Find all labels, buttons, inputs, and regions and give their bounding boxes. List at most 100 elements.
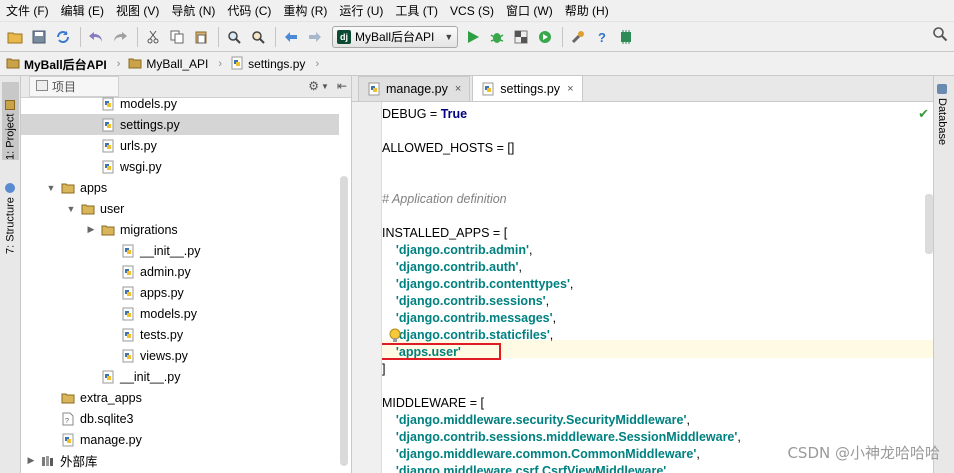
tree-item[interactable]: apps.py bbox=[21, 282, 339, 303]
chevron-down-icon[interactable]: ▼ bbox=[45, 183, 57, 193]
menu-item[interactable]: 编辑 (E) bbox=[55, 0, 110, 22]
python-file-icon bbox=[481, 82, 495, 96]
toolbar-separator bbox=[80, 26, 81, 47]
tree-item[interactable]: ▶ 外部库 bbox=[21, 450, 339, 471]
tree-item[interactable]: __init__.py bbox=[21, 240, 339, 261]
tree-item[interactable]: wsgi.py bbox=[21, 156, 339, 177]
code-line: 'django.contrib.sessions.middleware.Sess… bbox=[382, 429, 741, 446]
tree-item[interactable]: ▼ apps bbox=[21, 177, 339, 198]
code-line: 'django.contrib.sessions', bbox=[382, 293, 549, 310]
code-line: DEBUG = True bbox=[382, 106, 467, 123]
run-icon[interactable] bbox=[462, 26, 484, 48]
tree-item[interactable]: ▼ user bbox=[21, 198, 339, 219]
code-token: , bbox=[552, 311, 557, 325]
settings-wrench-icon[interactable] bbox=[567, 26, 589, 48]
editor-scrollbar[interactable] bbox=[925, 194, 933, 254]
menu-item[interactable]: VCS (S) bbox=[444, 0, 500, 22]
tree-item[interactable]: tests.py bbox=[21, 324, 339, 345]
menu-item[interactable]: 工具 (T) bbox=[389, 0, 444, 22]
tool-tab-project[interactable]: 1: Project bbox=[2, 82, 19, 160]
paste-icon[interactable] bbox=[190, 26, 212, 48]
code-token: INSTALLED_APPS = [ bbox=[382, 226, 508, 240]
tool-tab-structure[interactable]: 7: Structure bbox=[2, 172, 19, 254]
project-panel: 项目 ⚙ ▼ ⇤ models.py settings.py urls.py wsgi… bbox=[21, 76, 352, 473]
chevron-right-icon[interactable]: ▶ bbox=[85, 224, 97, 235]
run-configuration-select[interactable]: dj MyBall后台API ▼ bbox=[332, 25, 459, 48]
help-icon[interactable]: ? bbox=[591, 26, 613, 48]
gear-icon[interactable]: ⚙ bbox=[308, 79, 319, 93]
tree-item[interactable]: models.py bbox=[21, 93, 339, 114]
python-file-icon bbox=[101, 139, 115, 153]
svg-text:?: ? bbox=[598, 30, 606, 44]
tool-tab-database[interactable]: Database bbox=[936, 84, 948, 145]
tree-item[interactable]: models.py bbox=[21, 303, 339, 324]
code-area[interactable]: DEBUG = True ALLOWED_HOSTS = [] # Applicat… bbox=[382, 102, 933, 473]
plugin-icon[interactable] bbox=[615, 26, 637, 48]
redo-icon[interactable] bbox=[109, 26, 131, 48]
undo-icon[interactable] bbox=[85, 26, 107, 48]
chevron-down-icon[interactable]: ▼ bbox=[321, 82, 329, 93]
highlight-box bbox=[382, 343, 501, 360]
python-file-icon bbox=[230, 56, 244, 73]
menu-item[interactable]: 运行 (U) bbox=[333, 0, 389, 22]
forward-icon[interactable] bbox=[304, 26, 326, 48]
search-everywhere-icon[interactable] bbox=[932, 26, 948, 45]
chevron-right-icon[interactable]: ▶ bbox=[25, 455, 37, 466]
breadcrumb-project[interactable]: MyBall后台API bbox=[6, 56, 117, 73]
copy-icon[interactable] bbox=[166, 26, 188, 48]
replace-icon[interactable] bbox=[247, 26, 269, 48]
code-token: ] bbox=[382, 362, 386, 376]
tree-item[interactable]: ? db.sqlite3 bbox=[21, 408, 339, 429]
save-icon[interactable] bbox=[28, 26, 50, 48]
project-scrollbar[interactable] bbox=[340, 176, 348, 466]
sync-icon[interactable] bbox=[52, 26, 74, 48]
tree-item[interactable]: manage.py bbox=[21, 429, 339, 450]
code-token: , bbox=[545, 294, 550, 308]
menu-item[interactable]: 视图 (V) bbox=[110, 0, 165, 22]
editor-tab[interactable]: manage.py × bbox=[358, 76, 471, 101]
breadcrumb-file[interactable]: settings.py bbox=[230, 56, 315, 73]
close-icon[interactable]: × bbox=[455, 83, 461, 95]
run-configuration-label: MyBall后台API bbox=[355, 30, 435, 44]
tree-item[interactable]: urls.py bbox=[21, 135, 339, 156]
python-file-icon bbox=[121, 265, 135, 279]
profile-icon[interactable] bbox=[534, 26, 556, 48]
database-icon bbox=[937, 84, 947, 94]
project-panel-tools: ⚙ ▼ ⇤ bbox=[308, 79, 347, 93]
breadcrumb-module[interactable]: MyBall_API bbox=[128, 57, 218, 72]
code-token: ALLOWED_HOSTS = [] bbox=[382, 141, 515, 155]
coverage-icon[interactable] bbox=[510, 26, 532, 48]
keyword-token: True bbox=[440, 107, 468, 121]
cut-icon[interactable] bbox=[142, 26, 164, 48]
chevron-down-icon[interactable]: ▼ bbox=[65, 204, 77, 214]
tree-item[interactable]: admin.py bbox=[21, 261, 339, 282]
folder-icon bbox=[61, 391, 75, 405]
tree-item[interactable]: views.py bbox=[21, 345, 339, 366]
inspection-ok-icon[interactable]: ✔ bbox=[918, 106, 929, 122]
hide-panel-icon[interactable]: ⇤ bbox=[337, 79, 347, 93]
editor-tab-active[interactable]: settings.py × bbox=[472, 75, 583, 101]
project-icon bbox=[5, 99, 16, 110]
back-icon[interactable] bbox=[280, 26, 302, 48]
menu-item[interactable]: 帮助 (H) bbox=[559, 0, 615, 22]
close-icon[interactable]: × bbox=[567, 83, 573, 95]
menu-item[interactable]: 代码 (C) bbox=[221, 0, 277, 22]
debug-icon[interactable] bbox=[486, 26, 508, 48]
tree-item-label: __init__.py bbox=[120, 369, 181, 384]
find-icon[interactable] bbox=[223, 26, 245, 48]
tree-item[interactable]: settings.py bbox=[21, 114, 339, 135]
tree-item[interactable]: extra_apps bbox=[21, 387, 339, 408]
menu-item[interactable]: 窗口 (W) bbox=[500, 0, 559, 22]
code-token: , bbox=[569, 277, 574, 291]
open-folder-icon[interactable] bbox=[4, 26, 26, 48]
menu-item[interactable]: 导航 (N) bbox=[165, 0, 221, 22]
python-file-icon bbox=[367, 82, 381, 96]
menu-item[interactable]: 重构 (R) bbox=[277, 0, 333, 22]
tree-item[interactable]: ▶ migrations bbox=[21, 219, 339, 240]
tree-item[interactable]: __init__.py bbox=[21, 366, 339, 387]
menu-item[interactable]: 文件 (F) bbox=[0, 0, 55, 22]
